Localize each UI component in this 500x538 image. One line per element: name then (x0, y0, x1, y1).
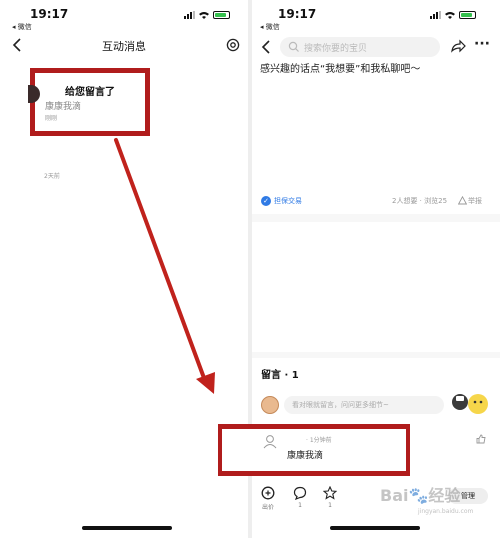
star-icon (323, 486, 337, 500)
favorite-button[interactable]: 1 (316, 486, 344, 509)
left-phone-screen: 19:17 ◂ 微信 互动消息 给您留言了 康康我滴 刚刚 2天前 (0, 0, 248, 538)
signal-icon (430, 11, 441, 19)
status-time: 19:17 (278, 7, 317, 21)
post-meta-row: ✓ 担保交易 2人想要 · 浏览25 举报 (252, 194, 500, 210)
post-stats: 2人想要 · 浏览25 (392, 197, 448, 205)
my-avatar (261, 396, 279, 414)
commenter-avatar-icon (263, 435, 277, 449)
comment-text: 康康我滴 (287, 451, 324, 461)
back-to-wechat-link[interactable]: ◂ 微信 (12, 22, 32, 32)
home-indicator (82, 526, 172, 530)
nav-bar: 互动消息 (0, 34, 248, 58)
comment-icon (293, 486, 307, 500)
comments-title: 留言 · 1 (261, 370, 299, 381)
message-notification-item[interactable]: 给您留言了 康康我滴 刚刚 (28, 68, 150, 136)
watermark-url: jingyan.baidu.com (418, 508, 474, 515)
back-to-wechat-link[interactable]: ◂ 微信 (260, 22, 280, 32)
report-link[interactable]: 举报 (468, 196, 482, 206)
search-icon (288, 41, 299, 52)
status-time: 19:17 (30, 7, 69, 21)
status-icons (184, 11, 230, 19)
share-icon[interactable] (450, 38, 466, 54)
comment-input[interactable]: 看对眼就留言，问问更多细节~ (284, 396, 444, 414)
guarantee-icon: ✓ (261, 196, 271, 206)
report-icon[interactable] (458, 196, 467, 205)
content-area (252, 222, 500, 352)
comment-time: · 1分钟前 (306, 437, 332, 444)
bottom-toolbar: 出价 1 1 管理 (252, 476, 500, 538)
guarantee-label[interactable]: 担保交易 (274, 196, 302, 206)
message-user: 康康我滴 (45, 102, 82, 112)
tutorial-screenshot: 19:17 ◂ 微信 互动消息 给您留言了 康康我滴 刚刚 2天前 19:17 … (0, 0, 500, 538)
page-title: 互动消息 (102, 40, 146, 53)
wifi-icon (199, 12, 209, 19)
sticker-decoration-icon (452, 394, 488, 414)
more-menu-icon[interactable]: ··· (474, 37, 492, 54)
avatar (28, 85, 40, 103)
like-icon[interactable] (476, 434, 486, 444)
status-icons (430, 11, 476, 19)
bid-button[interactable]: 出价 (254, 486, 282, 511)
signal-icon (184, 11, 195, 19)
bid-label: 出价 (261, 504, 274, 511)
search-input[interactable]: 搜索你要的宝贝 (280, 37, 440, 57)
comment-count: 1 (298, 502, 302, 509)
comment-placeholder: 看对眼就留言，问问更多细节~ (292, 401, 389, 409)
comment-button[interactable]: 1 (286, 486, 314, 509)
message-time: 刚刚 (45, 115, 58, 122)
wifi-icon (445, 12, 455, 19)
bid-icon (261, 486, 275, 500)
favorite-count: 1 (328, 502, 332, 509)
post-section: 19:17 ◂ 微信 搜索你要的宝贝 ··· 感兴趣的话点“我想要”和我私聊吧～… (252, 0, 500, 214)
comment-item[interactable]: · 1分钟前 康康我滴 (222, 429, 406, 471)
battery-icon (459, 11, 476, 19)
watermark-logo: Bai🐾经验 (380, 486, 461, 505)
back-arrow-icon[interactable] (260, 39, 274, 55)
message-title: 给您留言了 (65, 87, 115, 98)
nav-bar: 搜索你要的宝贝 ··· (252, 34, 500, 60)
battery-icon (213, 11, 230, 19)
earlier-message-time: 2天前 (44, 173, 60, 180)
post-description: 感兴趣的话点“我想要”和我私聊吧～ (260, 64, 421, 75)
settings-gear-icon[interactable] (226, 38, 240, 52)
search-placeholder: 搜索你要的宝贝 (304, 44, 368, 54)
home-indicator (330, 526, 420, 530)
